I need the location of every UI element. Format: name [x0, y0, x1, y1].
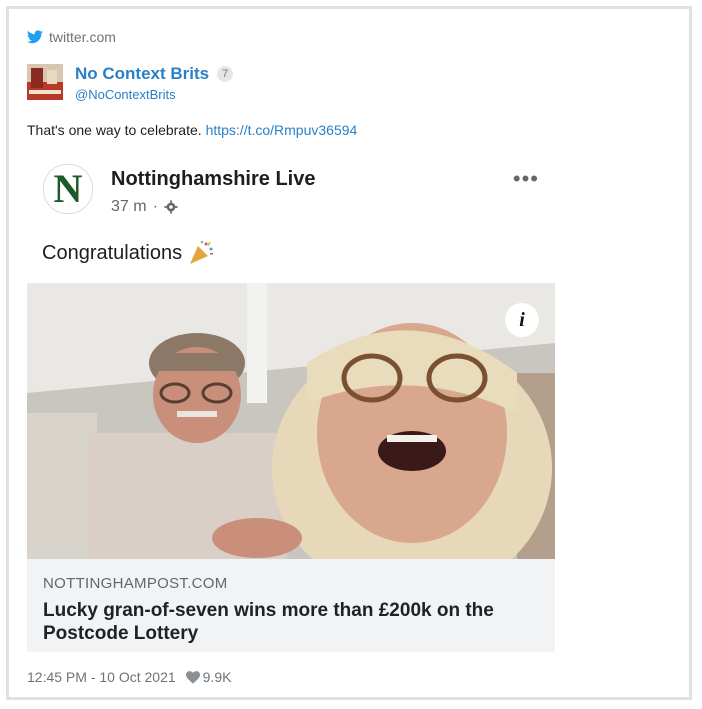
- tweet-body: That's one way to celebrate.: [27, 122, 202, 138]
- author-badge: 7: [217, 66, 234, 82]
- meta-separator: ·: [152, 198, 158, 215]
- party-popper-icon: [190, 240, 214, 264]
- post-text-row: Congratulations: [42, 240, 214, 266]
- gear-icon: [164, 200, 178, 214]
- heart-icon: [185, 670, 200, 684]
- author-handle[interactable]: @NoContextBrits: [75, 87, 176, 102]
- embedded-post-image[interactable]: N Nottinghamshire Live 37 m · ••• Congra…: [27, 152, 555, 652]
- twitter-bird-icon: [27, 30, 43, 44]
- avatar-image: [27, 64, 63, 100]
- tweet-card: twitter.com No Context Brits 7 @NoContex…: [6, 6, 692, 700]
- info-icon[interactable]: i: [505, 303, 539, 337]
- likes-count: 9.9K: [202, 669, 232, 685]
- author-avatar[interactable]: [27, 64, 63, 100]
- tweet-source[interactable]: twitter.com: [27, 29, 116, 45]
- author-name-row: No Context Brits 7: [75, 64, 234, 84]
- tweet-meta: 12:45 PM - 10 Oct 2021 9.9K: [27, 669, 231, 685]
- author-name[interactable]: No Context Brits: [75, 64, 209, 84]
- tweet-text: That's one way to celebrate. https://t.c…: [27, 122, 357, 138]
- news-photo: i: [27, 283, 555, 559]
- tweet-timestamp[interactable]: 12:45 PM - 10 Oct 2021: [27, 669, 176, 685]
- page-name: Nottinghamshire Live: [111, 168, 316, 190]
- photo-couple-image: [27, 283, 555, 559]
- source-label[interactable]: twitter.com: [49, 29, 116, 45]
- link-preview[interactable]: NOTTINGHAMPOST.COM Lucky gran-of-seven w…: [27, 559, 555, 652]
- more-options-icon: •••: [512, 166, 539, 191]
- link-domain: NOTTINGHAMPOST.COM: [43, 575, 228, 592]
- tweet-link[interactable]: https://t.co/Rmpuv36594: [206, 122, 358, 138]
- link-title[interactable]: Lucky gran-of-seven wins more than £200k…: [43, 599, 543, 645]
- post-meta: 37 m ·: [111, 198, 178, 216]
- post-text: Congratulations: [42, 241, 183, 264]
- likes[interactable]: 9.9K: [185, 669, 232, 685]
- page-logo: N: [43, 164, 93, 214]
- post-time: 37 m: [111, 198, 147, 215]
